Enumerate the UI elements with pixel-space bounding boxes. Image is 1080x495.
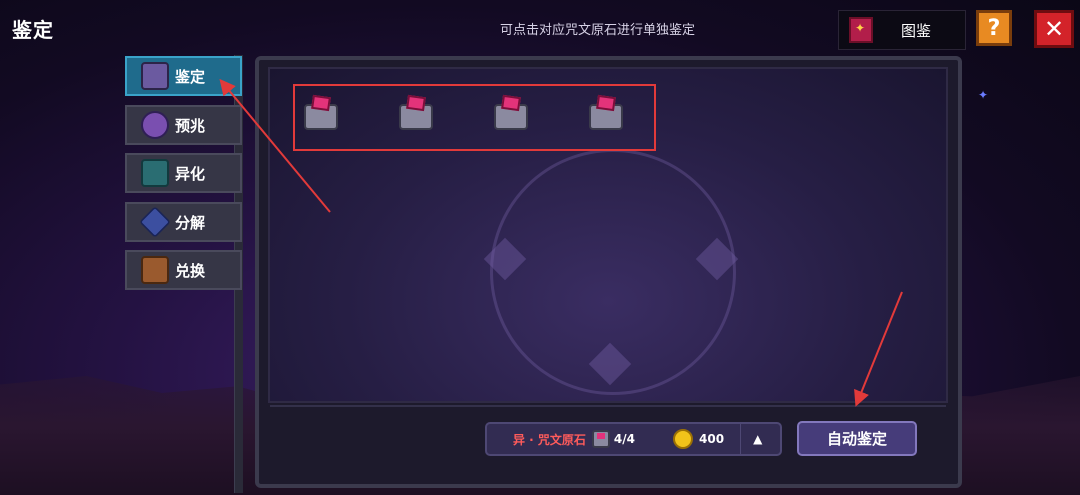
rune-stone-icon (591, 430, 610, 448)
gold-coin-icon (673, 429, 694, 449)
stone-info-bar: 异 · 咒文原石 4/4 400 ▲ (485, 422, 782, 456)
sidebar-item-label: 鉴定 (175, 67, 206, 86)
close-button[interactable]: ✕ (1034, 10, 1074, 48)
sidebar-item-appraise[interactable]: 鉴定 (125, 56, 242, 96)
sidebar-item-label: 异化 (175, 164, 206, 183)
sidebar-item-decompose[interactable]: 分解 (125, 202, 242, 242)
sidebar-item-label: 分解 (175, 213, 206, 232)
help-button[interactable]: ? (976, 10, 1012, 46)
stone-count: 4/4 (613, 432, 636, 446)
decompose-icon (139, 206, 171, 238)
page-title: 鉴定 (12, 18, 54, 42)
crystal-ball-icon (141, 111, 169, 139)
expand-up-icon[interactable]: ▲ (753, 432, 762, 446)
sparkle-icon: ✦ (978, 88, 989, 102)
sidebar-item-exchange[interactable]: 兑换 (125, 250, 242, 290)
sidebar-item-mutation[interactable]: 异化 (125, 153, 242, 193)
divider (740, 422, 742, 456)
stone-type-label: 异 · 咒文原石 (513, 432, 586, 447)
codex-label: 图鉴 (901, 21, 932, 40)
sidebar-item-label: 预兆 (175, 116, 206, 135)
book-icon (849, 17, 873, 43)
hint-text: 可点击对应咒文原石进行单独鉴定 (500, 23, 696, 38)
mutation-icon (141, 159, 169, 187)
auto-appraise-button[interactable]: 自动鉴定 (797, 421, 917, 456)
chest-icon (141, 256, 169, 284)
annotation-highlight-box (293, 84, 656, 151)
cost-value: 400 (699, 432, 725, 446)
codex-button[interactable]: 图鉴 (838, 10, 966, 50)
sidebar-item-label: 兑换 (175, 261, 206, 280)
sidebar-item-omen[interactable]: 预兆 (125, 105, 242, 145)
appraiser-icon (141, 62, 169, 90)
divider (270, 405, 946, 407)
